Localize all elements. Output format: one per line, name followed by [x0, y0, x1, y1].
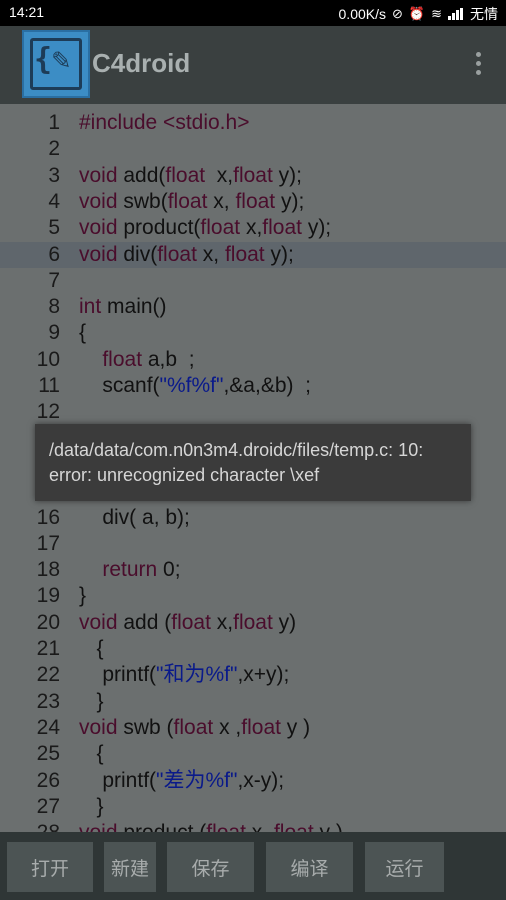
code-text[interactable]: void swb (float x ,float y ): [79, 715, 310, 741]
line-number: 10: [36, 347, 60, 371]
code-line[interactable]: 27 }: [0, 794, 506, 820]
open-button[interactable]: 打开: [7, 842, 93, 892]
app-bar: {✎ C4droid: [0, 26, 506, 104]
code-text[interactable]: printf("差为%f",x-y);: [79, 768, 284, 794]
line-number: 5: [48, 216, 60, 240]
code-text[interactable]: float a,b ;: [79, 347, 194, 373]
code-text[interactable]: void swb(float x, float y);: [79, 189, 304, 215]
line-number: 16: [36, 505, 60, 529]
code-text[interactable]: scanf("%f%f",&a,&b) ;: [79, 373, 311, 399]
line-number: 24: [36, 715, 60, 739]
code-line[interactable]: 24 void swb (float x ,float y ): [0, 715, 506, 741]
code-line[interactable]: 8 int main(): [0, 294, 506, 320]
code-text[interactable]: }: [79, 689, 104, 715]
line-number: 21: [36, 637, 60, 660]
line-number: 2: [48, 137, 60, 161]
wifi-icon: ≋: [431, 6, 442, 21]
overflow-menu-icon[interactable]: [476, 52, 482, 78]
code-line[interactable]: 18 return 0;: [0, 557, 506, 583]
line-number: 4: [48, 189, 60, 213]
line-number: 3: [48, 163, 60, 187]
bottom-toolbar: 打开 新建 保存 编译 运行: [0, 832, 506, 900]
line-number: 22: [36, 663, 60, 687]
code-text[interactable]: {: [79, 741, 104, 767]
save-button[interactable]: 保存: [167, 842, 254, 892]
code-line[interactable]: 4 void swb(float x, float y);: [0, 189, 506, 215]
code-text[interactable]: void add(float x,float y);: [79, 163, 302, 189]
line-number: 1: [48, 111, 60, 134]
line-number: 17: [36, 531, 60, 555]
alarm-icon: ⏰: [408, 6, 426, 21]
code-line[interactable]: 17: [0, 531, 506, 557]
code-text[interactable]: #include <stdio.h>: [79, 110, 249, 136]
sync-off-icon: ⊘: [392, 6, 403, 21]
new-button[interactable]: 新建: [104, 842, 156, 892]
line-number: 9: [48, 321, 60, 345]
code-line[interactable]: 1 #include <stdio.h>: [0, 110, 506, 136]
code-line[interactable]: 11 scanf("%f%f",&a,&b) ;: [0, 373, 506, 399]
network-speed: 0.00K/s: [338, 6, 386, 22]
code-text[interactable]: void div(float x, float y);: [79, 242, 294, 268]
code-text[interactable]: void product(float x,float y);: [79, 215, 331, 241]
app-logo-icon: {✎: [22, 30, 90, 98]
code-line[interactable]: 21 {: [0, 636, 506, 662]
signal-icon: [448, 8, 464, 20]
line-number: 23: [36, 689, 60, 713]
line-number: 6: [48, 242, 60, 266]
code-text[interactable]: {: [79, 636, 104, 662]
code-text[interactable]: void add (float x,float y): [79, 610, 296, 636]
code-text[interactable]: printf("和为%f",x+y);: [79, 662, 289, 688]
code-line[interactable]: 25 {: [0, 741, 506, 767]
app-title: C4droid: [92, 48, 191, 78]
line-number: 12: [36, 400, 60, 424]
run-button[interactable]: 运行: [365, 842, 444, 892]
code-text[interactable]: return 0;: [79, 557, 180, 583]
code-line[interactable]: 5 void product(float x,float y);: [0, 215, 506, 241]
code-line[interactable]: 9{: [0, 320, 506, 346]
line-number: 19: [36, 584, 60, 608]
code-line[interactable]: 22 printf("和为%f",x+y);: [0, 662, 506, 688]
line-number: 8: [48, 295, 60, 319]
code-line[interactable]: 10 float a,b ;: [0, 347, 506, 373]
code-line[interactable]: 20 void add (float x,float y): [0, 610, 506, 636]
carrier-label: 无情: [470, 6, 498, 22]
line-number: 7: [48, 268, 60, 292]
line-number: 20: [36, 610, 60, 634]
code-line[interactable]: 3 void add(float x,float y);: [0, 163, 506, 189]
code-line[interactable]: 2: [0, 136, 506, 162]
code-line[interactable]: 28 void product (float x, float y ): [0, 820, 506, 832]
line-number: 28: [20, 820, 60, 832]
status-bar: 14:21 0.00K/s ⊘ ⏰ ≋ 无情: [0, 0, 506, 26]
code-text[interactable]: }: [79, 583, 86, 609]
code-text[interactable]: div( a, b);: [79, 505, 190, 531]
code-line[interactable]: 12: [0, 399, 506, 425]
line-number: 18: [36, 558, 60, 582]
code-line[interactable]: 19}: [0, 583, 506, 609]
code-text[interactable]: void product (float x, float y ): [79, 820, 343, 832]
line-number: 25: [36, 742, 60, 766]
code-line[interactable]: 6 void div(float x, float y);: [0, 241, 506, 268]
compile-button[interactable]: 编译: [266, 842, 353, 892]
code-line[interactable]: 16 div( a, b);: [0, 505, 506, 531]
code-line[interactable]: 7: [0, 268, 506, 294]
code-line[interactable]: 26 printf("差为%f",x-y);: [0, 768, 506, 794]
status-icons: 0.00K/s ⊘ ⏰ ≋ 无情: [339, 4, 498, 24]
code-line[interactable]: 23 }: [0, 689, 506, 715]
error-toast: /data/data/com.n0n3m4.droidc/files/temp.…: [35, 424, 471, 501]
line-number: 26: [36, 768, 60, 792]
code-text[interactable]: int main(): [79, 294, 167, 320]
code-text[interactable]: {: [79, 320, 86, 346]
line-number: 11: [38, 374, 60, 397]
code-text[interactable]: }: [79, 794, 104, 820]
status-time: 14:21: [9, 4, 45, 20]
line-number: 27: [36, 794, 60, 818]
